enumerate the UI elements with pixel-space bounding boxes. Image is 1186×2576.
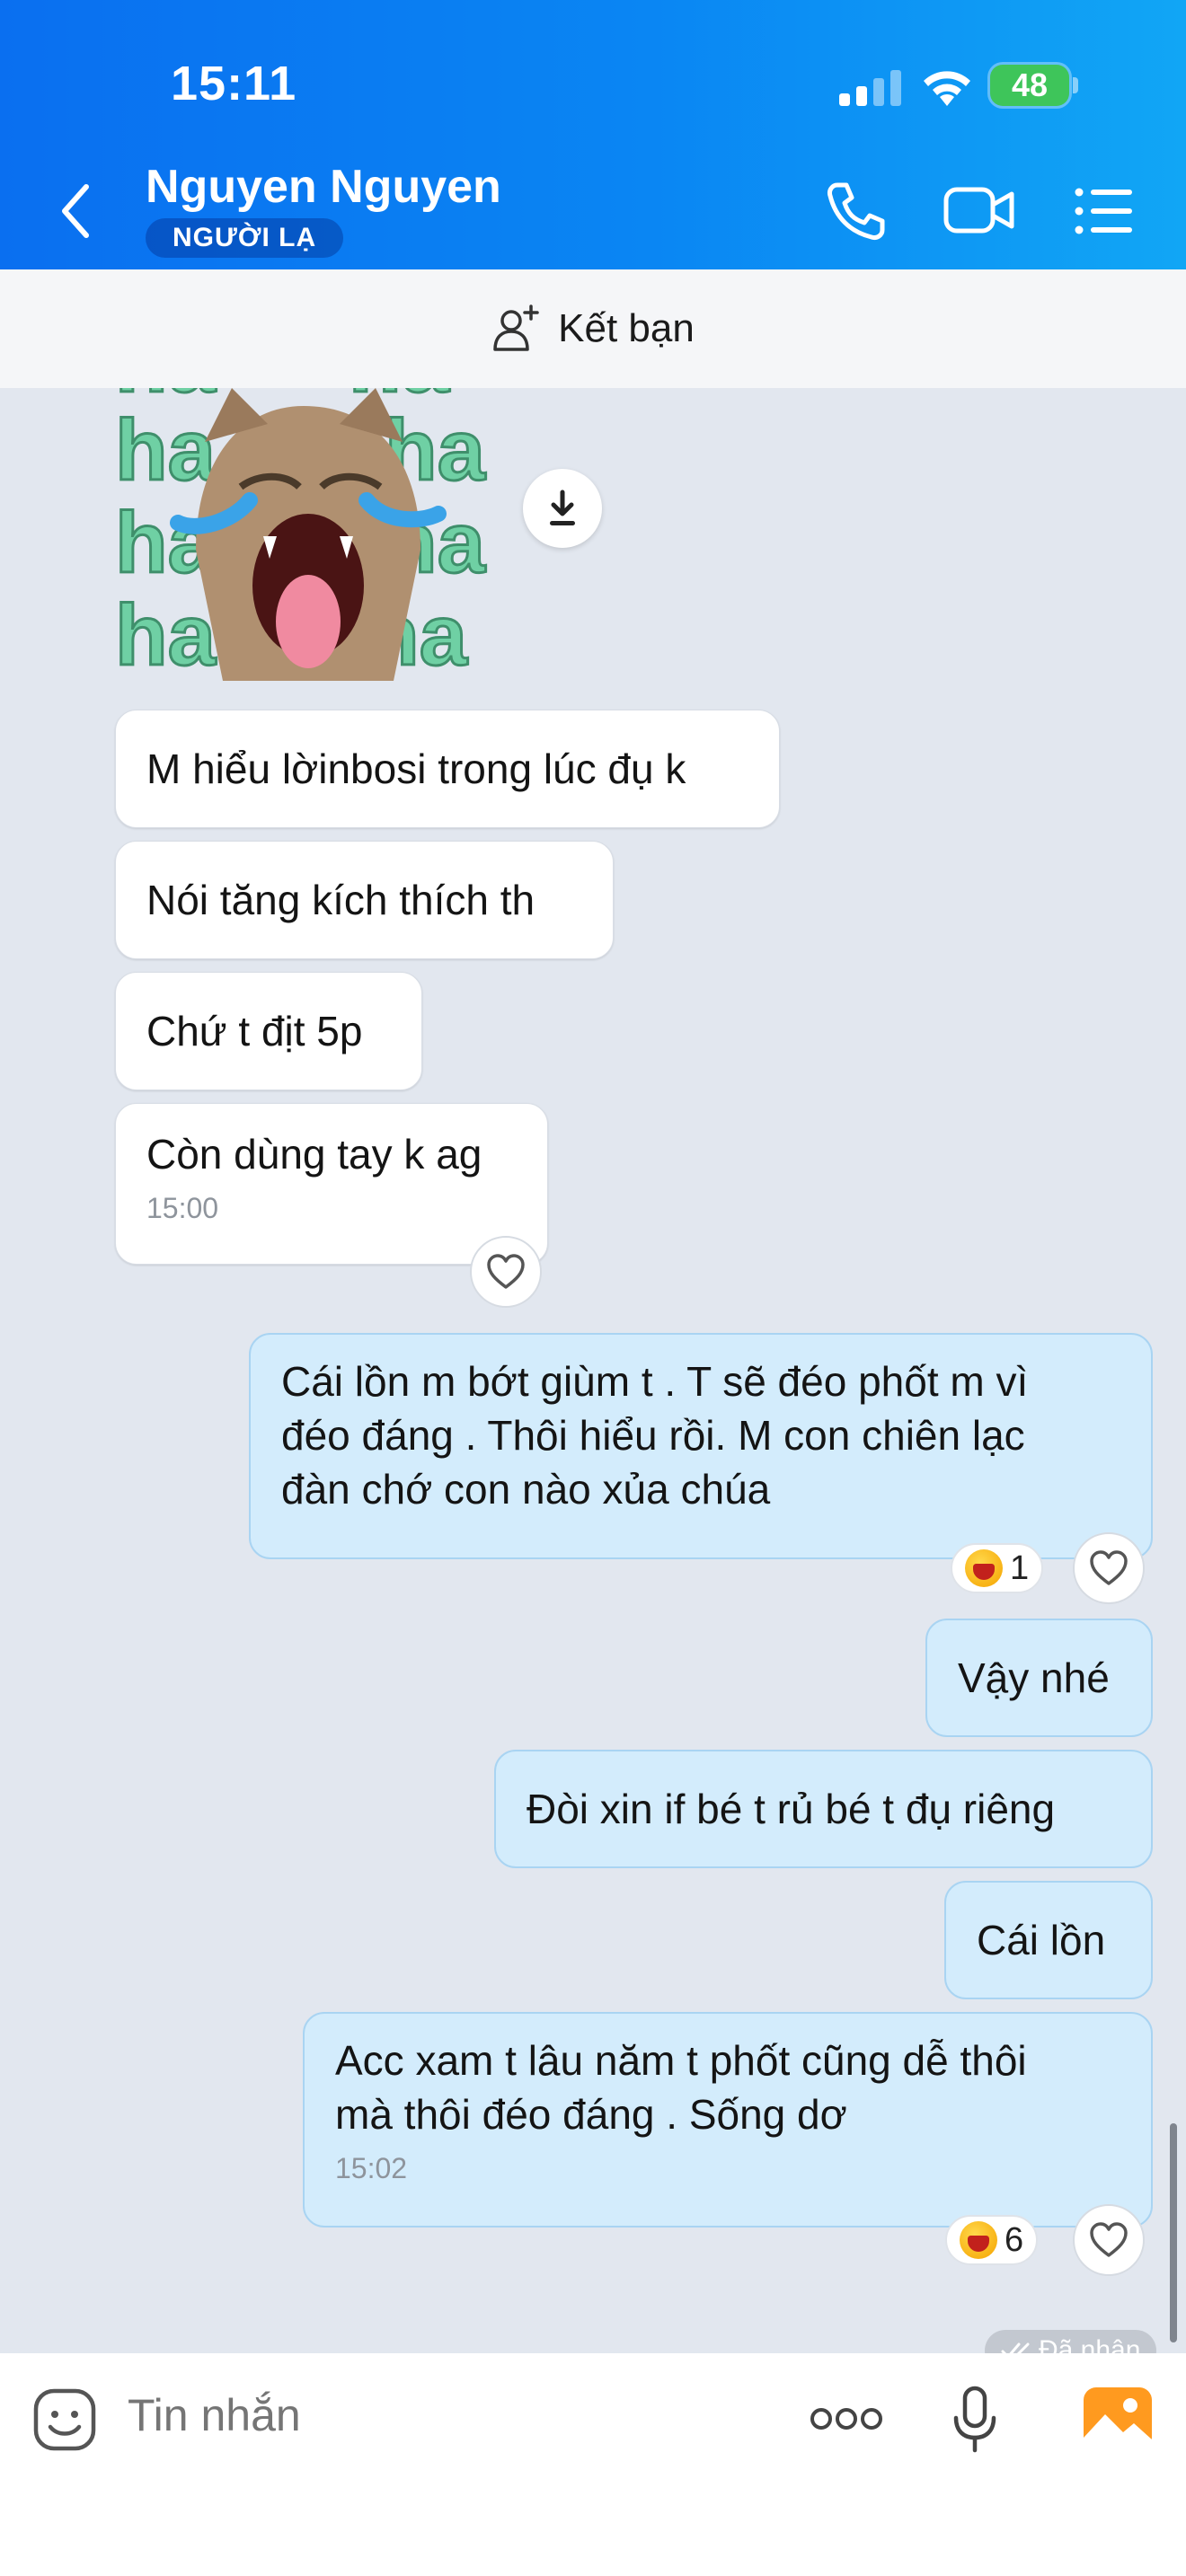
message-time: 15:00 xyxy=(146,1192,219,1224)
message-text: Chứ t địt 5p xyxy=(146,1008,363,1054)
message-text: Cái lồn xyxy=(977,1917,1106,1963)
chat-header: 15:11 48 Nguyen Nguyen NGƯỜI LẠ xyxy=(0,0,1186,269)
reaction-summary[interactable]: 6 xyxy=(945,2215,1039,2265)
message-out[interactable]: Vậy nhé xyxy=(925,1619,1153,1737)
image-icon[interactable] xyxy=(1084,2387,1152,2450)
message-line: Cái lồn m bớt giùm t . T sẽ đéo phốt m v… xyxy=(281,1358,1029,1405)
message-in[interactable]: Nói tăng kích thích th xyxy=(115,841,614,959)
heart-icon xyxy=(487,1254,525,1289)
message-text: M hiểu lờinbosi trong lúc đụ k xyxy=(146,745,686,792)
heart-icon xyxy=(1090,2222,1128,2257)
contact-name[interactable]: Nguyen Nguyen xyxy=(146,160,501,214)
battery-level: 48 xyxy=(1011,66,1049,103)
message-out[interactable]: Acc xam t lâu năm t phốt cũng dễ thôi mà… xyxy=(303,2012,1153,2228)
message-line: mà thôi đéo đáng . Sống dơ xyxy=(335,2091,847,2138)
message-line: đéo đáng . Thôi hiểu rồi. M con chiên lạ… xyxy=(281,1412,1025,1459)
cat-sticker[interactable]: haha haha haha haha xyxy=(115,388,489,681)
message-out[interactable]: Cái lồn xyxy=(944,1881,1153,1999)
message-out[interactable]: Cái lồn m bớt giùm t . T sẽ đéo phốt m v… xyxy=(249,1333,1153,1559)
scrollbar[interactable] xyxy=(1170,2123,1177,2342)
svg-text:ha: ha xyxy=(115,402,217,498)
message-text: Vậy nhé xyxy=(958,1654,1110,1701)
signal-icon xyxy=(839,70,901,106)
battery-tip xyxy=(1073,77,1078,93)
battery-indicator: 48 xyxy=(990,65,1069,106)
more-icon[interactable] xyxy=(809,2405,884,2432)
laughing-emoji-icon xyxy=(960,2221,997,2259)
react-button[interactable] xyxy=(1073,1532,1145,1604)
wifi-icon xyxy=(924,71,970,106)
message-in[interactable]: M hiểu lờinbosi trong lúc đụ k xyxy=(115,710,780,828)
stranger-badge: NGƯỜI LẠ xyxy=(146,218,344,258)
reaction-count: 6 xyxy=(1005,2220,1024,2259)
message-in[interactable]: Còn dùng tay k ag 15:00 xyxy=(115,1103,548,1265)
add-person-icon xyxy=(493,304,539,351)
video-call-icon[interactable] xyxy=(943,185,1015,235)
phone-icon[interactable] xyxy=(825,180,888,243)
add-friend-label: Kết bạn xyxy=(558,306,695,350)
message-line: đàn chớ con nào xủa chúa xyxy=(281,1466,771,1513)
message-time: 15:02 xyxy=(335,2152,408,2184)
status-time: 15:11 xyxy=(171,57,297,110)
sticker-icon[interactable] xyxy=(32,2387,97,2452)
microphone-icon[interactable] xyxy=(952,2386,997,2454)
reaction-summary[interactable]: 1 xyxy=(951,1543,1044,1593)
laughing-emoji-icon xyxy=(965,1549,1003,1587)
message-in[interactable]: Chứ t địt 5p xyxy=(115,972,422,1090)
chat-area[interactable]: haha haha haha haha M hiểu lờinbosi tron… xyxy=(0,388,1186,2353)
cat-sticker-image: haha haha haha haha xyxy=(115,388,487,681)
heart-icon xyxy=(1090,1550,1128,1585)
message-line: Acc xam t lâu năm t phốt cũng dễ thôi xyxy=(335,2037,1027,2084)
message-input[interactable] xyxy=(128,2389,757,2441)
add-friend-bar[interactable]: Kết bạn xyxy=(0,269,1186,388)
svg-text:ha: ha xyxy=(115,587,217,681)
back-icon[interactable] xyxy=(54,180,99,243)
message-input-bar xyxy=(0,2353,1186,2576)
message-text: Nói tăng kích thích th xyxy=(146,877,535,923)
reaction-count: 1 xyxy=(1010,1548,1030,1587)
menu-list-icon[interactable] xyxy=(1075,187,1134,235)
download-icon xyxy=(550,490,575,525)
message-text: Còn dùng tay k ag xyxy=(146,1131,482,1178)
download-button[interactable] xyxy=(523,469,602,548)
react-button[interactable] xyxy=(470,1236,542,1308)
message-text: Đòi xin if bé t rủ bé t đụ riêng xyxy=(527,1786,1056,1832)
message-out[interactable]: Đòi xin if bé t rủ bé t đụ riêng xyxy=(494,1750,1153,1868)
react-button[interactable] xyxy=(1073,2204,1145,2276)
